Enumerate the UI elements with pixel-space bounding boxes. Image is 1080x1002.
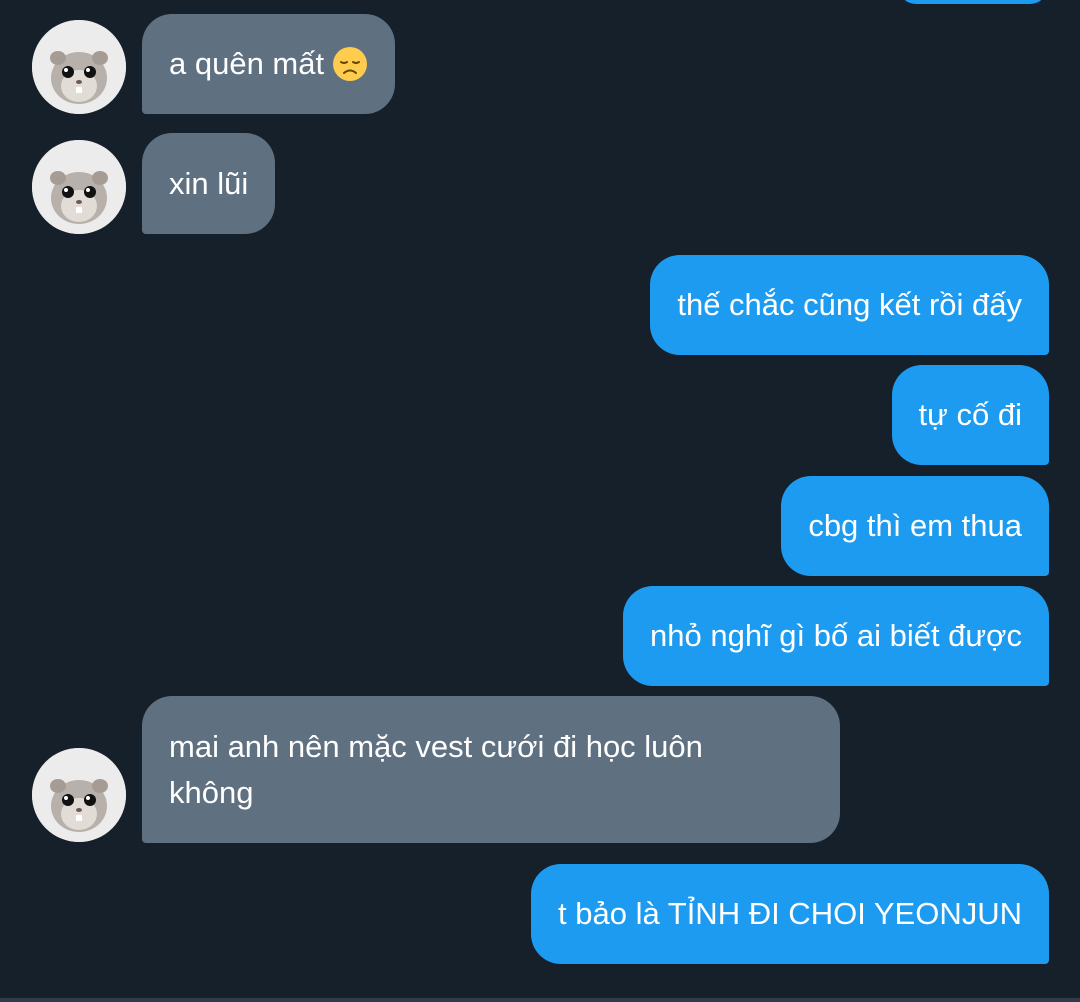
- message-row-incoming: mai anh nên mặc vest cưới đi học luôn kh…: [0, 696, 1080, 843]
- sender-avatar[interactable]: [32, 748, 126, 842]
- message-bubble[interactable]: t bảo là TỈNH ĐI CHOI YEONJUN: [531, 864, 1049, 964]
- message-bubble[interactable]: mai anh nên mặc vest cưới đi học luôn kh…: [142, 696, 840, 843]
- message-text: cbg thì em thua: [808, 508, 1022, 543]
- message-text: nhỏ nghĩ gì bố ai biết được: [650, 618, 1022, 653]
- sender-avatar[interactable]: [32, 20, 126, 114]
- message-bubble[interactable]: nhỏ nghĩ gì bố ai biết được: [623, 586, 1049, 686]
- message-row-outgoing: thế chắc cũng kết rồi đấy: [0, 255, 1080, 355]
- message-text: a quên mất: [169, 46, 325, 81]
- message-text: t bảo là TỈNH ĐI CHOI YEONJUN: [558, 896, 1022, 931]
- message-bubble[interactable]: cbg thì em thua: [781, 476, 1049, 576]
- message-text: xin lũi: [169, 165, 249, 201]
- message-bubble[interactable]: tự cố đi: [891, 365, 1049, 465]
- hamster-avatar-icon: [32, 20, 126, 114]
- message-row-outgoing: t bảo là TỈNH ĐI CHOI YEONJUN: [0, 864, 1080, 964]
- message-text: thế chắc cũng kết rồi đấy: [677, 287, 1022, 322]
- sender-avatar[interactable]: [32, 140, 126, 234]
- previous-message-edge: [898, 0, 1048, 4]
- message-row-outgoing: nhỏ nghĩ gì bố ai biết được: [0, 586, 1080, 686]
- bottom-divider: [0, 998, 1080, 1002]
- message-bubble[interactable]: thế chắc cũng kết rồi đấy: [650, 255, 1049, 355]
- message-row-incoming: a quên mất: [0, 14, 1080, 114]
- hamster-avatar-icon: [32, 748, 126, 842]
- hamster-avatar-icon: [32, 140, 126, 234]
- message-bubble[interactable]: xin lũi: [142, 133, 276, 234]
- message-row-outgoing: tự cố đi: [0, 365, 1080, 465]
- message-text: mai anh nên mặc vest cưới đi học luôn kh…: [169, 729, 703, 810]
- message-row-incoming: xin lũi: [0, 133, 1080, 234]
- disappointed-face-emoji-icon: [333, 47, 368, 81]
- message-row-outgoing: cbg thì em thua: [0, 476, 1080, 576]
- message-text: tự cố đi: [918, 397, 1022, 432]
- message-bubble[interactable]: a quên mất: [142, 14, 396, 114]
